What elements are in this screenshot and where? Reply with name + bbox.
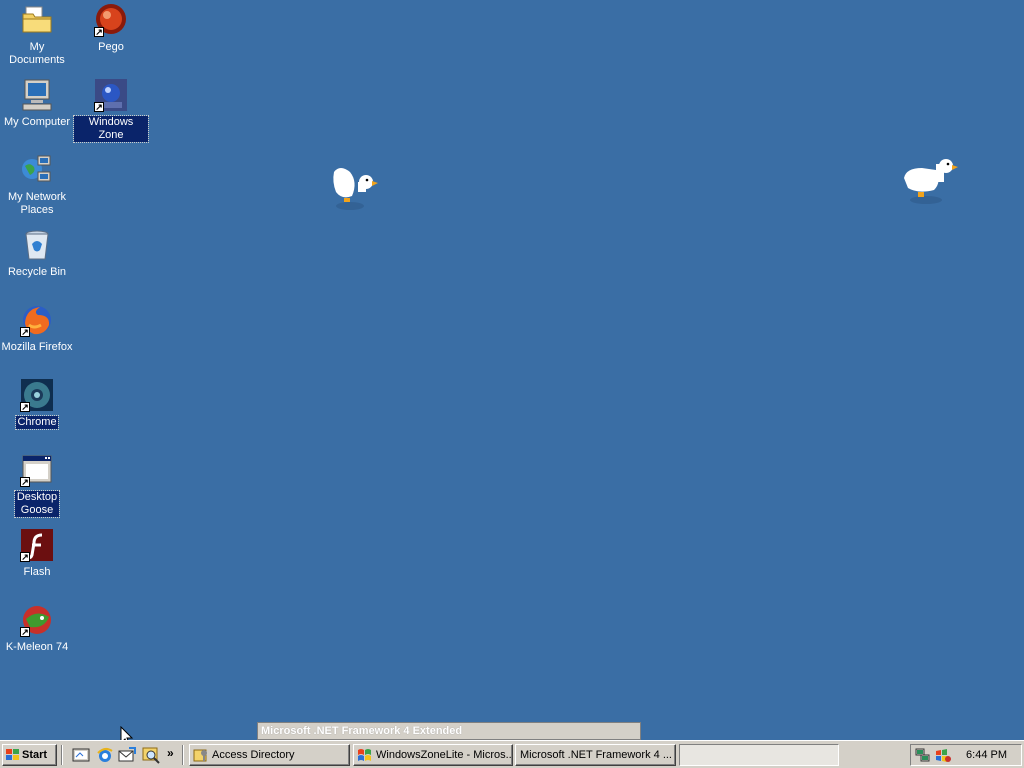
windows-zone-shortcut-icon: ↗ xyxy=(94,78,128,112)
desktop-icon-my-computer[interactable]: My Computer xyxy=(0,78,74,129)
folder-documents-icon xyxy=(20,3,54,37)
desktop-icon-desktop-goose[interactable]: ↗ Desktop Goose xyxy=(0,453,74,518)
quick-launch-internet-explorer[interactable] xyxy=(96,746,114,764)
taskbar-button-active-empty[interactable] xyxy=(679,744,839,766)
goose-sprite[interactable] xyxy=(328,162,378,212)
start-label: Start xyxy=(22,749,48,761)
pego-shortcut-icon: ↗ xyxy=(94,3,128,37)
windows-flag-icon xyxy=(357,747,373,763)
goose-sprite[interactable] xyxy=(902,156,958,206)
desktop-icon-my-documents[interactable]: My Documents xyxy=(0,3,74,67)
show-desktop-icon xyxy=(72,748,90,762)
taskbar-button-windowszonelite[interactable]: WindowsZoneLite - Micros... xyxy=(353,744,513,766)
firefox-icon: ↗ xyxy=(20,303,54,337)
windows-update-icon[interactable] xyxy=(935,747,951,763)
taskbar: Start » Access Directory WindowsZoneLite… xyxy=(0,740,1024,768)
desktop-icon-recycle-bin[interactable]: Recycle Bin xyxy=(0,228,74,279)
taskbar-button-access-directory[interactable]: Access Directory xyxy=(189,744,350,766)
network-icon[interactable] xyxy=(915,747,931,763)
desktop-icon-chrome[interactable]: ↗ Chrome xyxy=(0,378,74,430)
taskbar-button-dotnet-framework[interactable]: Microsoft .NET Framework 4 ... xyxy=(515,744,676,766)
internet-explorer-icon xyxy=(97,747,113,762)
quick-launch-outlook-express[interactable] xyxy=(118,746,136,764)
desktop-icon-windows-zone[interactable]: ↗ Windows Zone xyxy=(73,78,149,143)
desktop-icon-pego[interactable]: ↗ Pego xyxy=(74,3,148,54)
desktop-icon-my-network-places[interactable]: My Network Places xyxy=(0,153,74,217)
network-places-icon xyxy=(20,153,54,187)
desktop-goose-icon: ↗ xyxy=(20,453,54,487)
taskbar-separator xyxy=(61,745,63,765)
recycle-bin-icon xyxy=(20,228,54,262)
desktop-icon-mozilla-firefox[interactable]: ↗ Mozilla Firefox xyxy=(0,303,74,354)
flash-icon: ↗ xyxy=(20,528,54,562)
tooltip: Microsoft .NET Framework 4 Extended xyxy=(257,722,641,740)
search-icon xyxy=(142,747,160,764)
outlook-express-icon xyxy=(118,747,136,762)
quick-launch-show-desktop[interactable] xyxy=(72,746,90,764)
quick-launch-chevron[interactable]: » xyxy=(167,746,174,760)
desktop-icon-k-meleon[interactable]: ↗ K-Meleon 74 xyxy=(0,603,74,654)
clock[interactable]: 6:44 PM xyxy=(966,749,1007,761)
start-button[interactable]: Start xyxy=(2,744,57,766)
desktop: My Documents ↗ Pego My Computer ↗ Window… xyxy=(0,0,1024,747)
system-tray: 6:44 PM xyxy=(910,744,1022,766)
windows-logo-icon xyxy=(6,749,19,761)
access-directory-icon xyxy=(193,747,209,763)
k-meleon-icon: ↗ xyxy=(20,603,54,637)
computer-icon xyxy=(20,78,54,112)
quick-launch-search[interactable] xyxy=(142,746,160,764)
chrome-icon: ↗ xyxy=(20,378,54,412)
desktop-icon-flash[interactable]: ↗ Flash xyxy=(0,528,74,579)
taskbar-separator xyxy=(182,745,184,765)
